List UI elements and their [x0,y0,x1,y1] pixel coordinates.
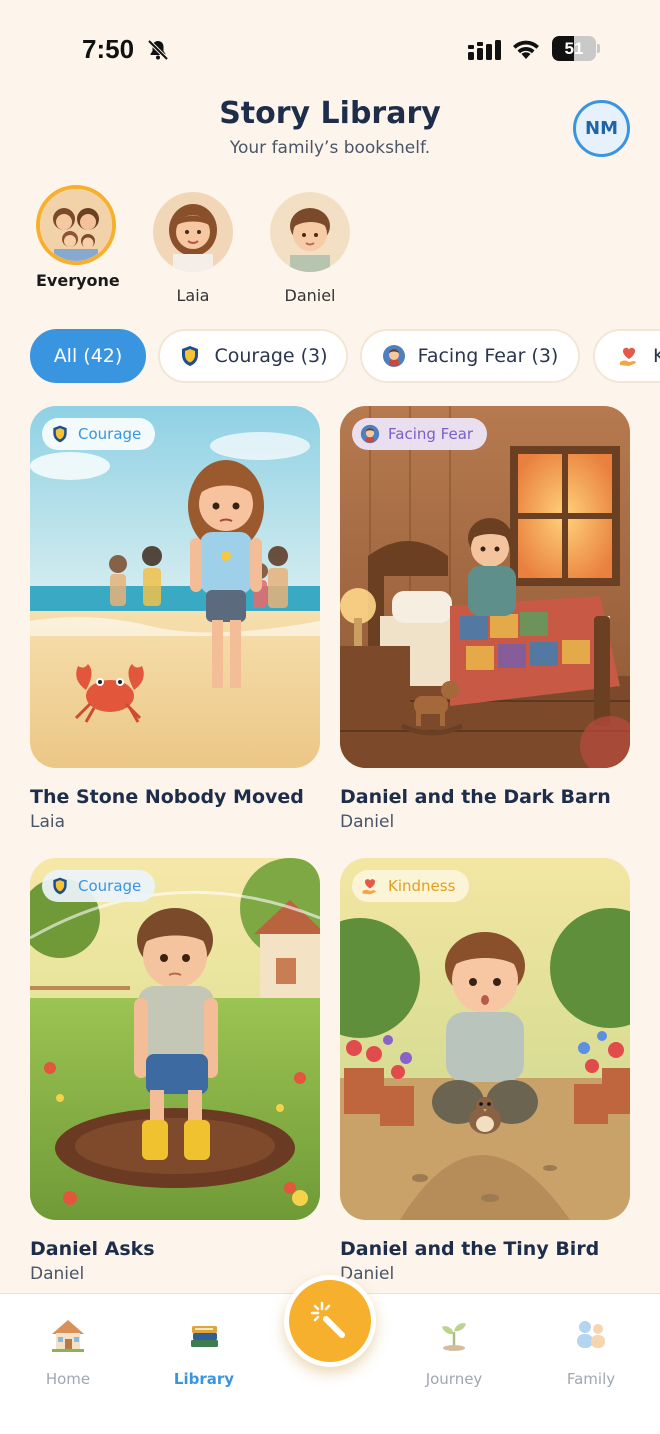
story-title: Daniel Asks [30,1238,155,1260]
status-time: 7:50 [82,34,135,64]
story-tag-label: Courage [78,877,142,895]
house-icon [52,1320,84,1352]
page-subtitle: Your family’s bookshelf. [229,138,431,158]
story-cover: Facing Fear [340,406,630,768]
chip-label: All (42) [53,345,123,367]
signal-icon [468,40,501,60]
nav-label: Family [566,1370,616,1388]
sprout-icon [442,1323,466,1351]
bell-muted-icon [147,39,169,61]
story-tag: Courage [42,870,156,902]
shield-icon [53,877,67,895]
story-card[interactable]: Kindness Daniel and the Tiny Bird Daniel [340,858,630,1284]
profile-label: Daniel [284,286,336,305]
user-avatar-button[interactable]: NM [573,100,630,157]
laia-avatar [153,192,233,272]
wifi-icon [513,40,539,59]
family-avatar [36,185,116,265]
books-icon [191,1326,218,1347]
shield-icon [182,346,199,366]
profile-label: Laia [176,286,210,305]
battery-indicator: 51 [552,36,600,61]
story-card[interactable]: Courage Daniel Asks Daniel [30,858,320,1284]
page-title: Story Library [219,96,441,131]
chip-label: Courage (3) [214,345,328,367]
story-author: Daniel [340,1264,395,1284]
story-author: Daniel [340,812,395,832]
heart-hand-icon [620,347,636,366]
nav-label: Home [45,1370,91,1388]
nav-label: Journey [425,1370,483,1388]
nav-family[interactable]: Family [536,1314,646,1388]
heart-hand-icon [362,879,376,895]
nav-home[interactable]: Home [13,1314,123,1388]
story-title: Daniel and the Dark Barn [340,786,611,808]
story-tag: Courage [42,418,156,450]
chip-label: K [653,345,660,367]
filter-chip-all[interactable]: All (42) [30,329,146,383]
create-story-fab[interactable] [284,1275,376,1367]
filter-chip-kindness[interactable]: K [593,329,660,383]
filter-chip-facing-fear[interactable]: Facing Fear (3) [360,329,580,383]
filter-chip-row[interactable]: All (42) Courage (3) Facing Fear (3) K [0,329,660,385]
chip-label: Facing Fear (3) [417,345,559,367]
story-author: Laia [30,812,66,832]
story-cover: Courage [30,858,320,1220]
story-title: The Stone Nobody Moved [30,786,304,808]
nav-journey[interactable]: Journey [399,1314,509,1388]
profile-laia[interactable]: Laia [152,192,234,305]
story-tag: Facing Fear [352,418,488,450]
boy-badge-icon [360,424,380,444]
status-bar: 7:50 51 [0,0,660,96]
boy-badge-icon [382,345,405,367]
story-author: Daniel [30,1264,85,1284]
story-card[interactable]: Courage The Stone Nobody Moved Laia [30,406,320,832]
story-cover: Kindness [340,858,630,1220]
battery-level: 51 [564,39,584,58]
nav-library[interactable]: Library [149,1314,259,1388]
story-cover: Courage [30,406,320,768]
story-tag-label: Kindness [388,877,456,895]
story-title: Daniel and the Tiny Bird [340,1238,600,1260]
daniel-avatar [270,192,350,272]
family-icon [577,1321,605,1348]
story-tag: Kindness [352,870,470,902]
story-tag-label: Facing Fear [388,425,474,443]
profile-everyone[interactable]: Everyone [36,185,120,290]
story-card[interactable]: Facing Fear Daniel and the Dark Barn Dan… [340,406,630,832]
nav-label: Library [173,1370,235,1388]
profile-label: Everyone [36,271,120,290]
profile-daniel[interactable]: Daniel [269,192,351,305]
magic-wand-icon [310,1301,345,1338]
shield-icon [53,425,67,443]
story-tag-label: Courage [78,425,142,443]
filter-chip-courage[interactable]: Courage (3) [158,329,348,383]
